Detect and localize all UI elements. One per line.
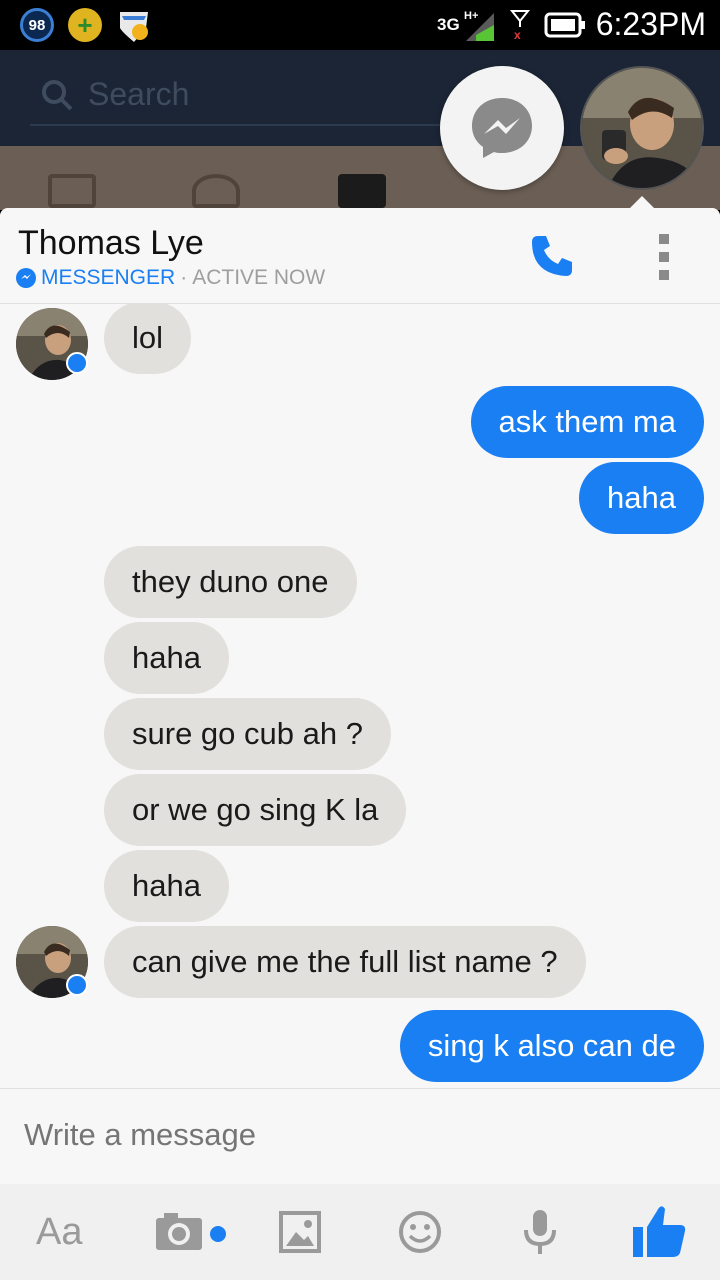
message-bubble-incoming[interactable]: can give me the full list name ? [104, 926, 586, 998]
svg-text:x: x [514, 28, 521, 42]
signal-icon: H+ [464, 10, 494, 41]
message-bubble-incoming[interactable]: or we go sing K la [104, 774, 407, 846]
composer-toolbar: Aa [0, 1184, 720, 1280]
status-bar: 98 + 3G H+ x 6:23PM [0, 0, 720, 50]
background-search-bar: Search [30, 70, 440, 126]
messenger-badge-icon [66, 974, 88, 996]
background-search-placeholder: Search [88, 76, 190, 112]
message-bubble-incoming[interactable]: haha [104, 850, 229, 922]
text-format-icon[interactable]: Aa [36, 1202, 82, 1262]
messenger-logo-icon [472, 98, 532, 158]
message-bubble-incoming[interactable]: lol [104, 304, 192, 374]
presence-label: ACTIVE NOW [192, 266, 326, 289]
messenger-chat-head[interactable] [440, 66, 564, 190]
battery-badge-value: 98 [28, 16, 46, 34]
phone-call-icon[interactable] [528, 232, 576, 280]
message-bubble-outgoing[interactable]: sing k also can de [399, 1010, 704, 1082]
emoji-icon[interactable] [398, 1202, 442, 1262]
messenger-badge-icon [16, 268, 36, 288]
plus-app-icon: + [68, 8, 102, 42]
message-bubble-outgoing[interactable]: haha [579, 462, 704, 534]
chat-header: Thomas Lye MESSENGER · ACTIVE NOW [0, 208, 720, 304]
svg-text:H+: H+ [464, 10, 478, 22]
chat-window: Thomas Lye MESSENGER · ACTIVE NOW lol as… [0, 208, 720, 1280]
contact-photo [582, 68, 702, 188]
sim-signal-icon: x [509, 9, 530, 42]
network-type: 3G [437, 14, 460, 34]
app-label: MESSENGER [41, 266, 176, 289]
microphone-icon[interactable] [522, 1202, 558, 1262]
contact-status: MESSENGER · ACTIVE NOW [16, 266, 325, 290]
search-icon [42, 80, 73, 111]
message-input[interactable] [24, 1117, 664, 1153]
camera-icon[interactable] [154, 1202, 230, 1262]
message-list[interactable]: lol ask them ma haha they duno one haha … [0, 304, 720, 1088]
message-composer [0, 1088, 720, 1184]
contact-chat-head-avatar[interactable] [580, 66, 704, 190]
notification-badge-icon: 98 [20, 8, 54, 42]
battery-icon [544, 12, 585, 37]
message-bubble-incoming[interactable]: sure go cub ah ? [104, 698, 391, 770]
message-bubble-incoming[interactable]: they duno one [104, 546, 357, 618]
thumbs-up-icon[interactable] [630, 1202, 688, 1262]
shield-app-icon [120, 12, 148, 42]
background-tab-icon [338, 174, 386, 208]
status-separator: · [180, 266, 188, 289]
message-bubble-incoming[interactable]: haha [104, 622, 229, 694]
messenger-badge-icon [66, 352, 88, 374]
message-bubble-outgoing[interactable]: ask them ma [470, 386, 704, 458]
background-tab-icon [48, 174, 96, 208]
text-format-label: Aa [36, 1210, 83, 1253]
clock: 6:23PM [595, 6, 706, 42]
background-tab-icon [192, 174, 240, 208]
gallery-icon[interactable] [278, 1202, 322, 1262]
more-options-icon[interactable] [654, 234, 674, 280]
contact-name[interactable]: Thomas Lye [18, 224, 204, 263]
